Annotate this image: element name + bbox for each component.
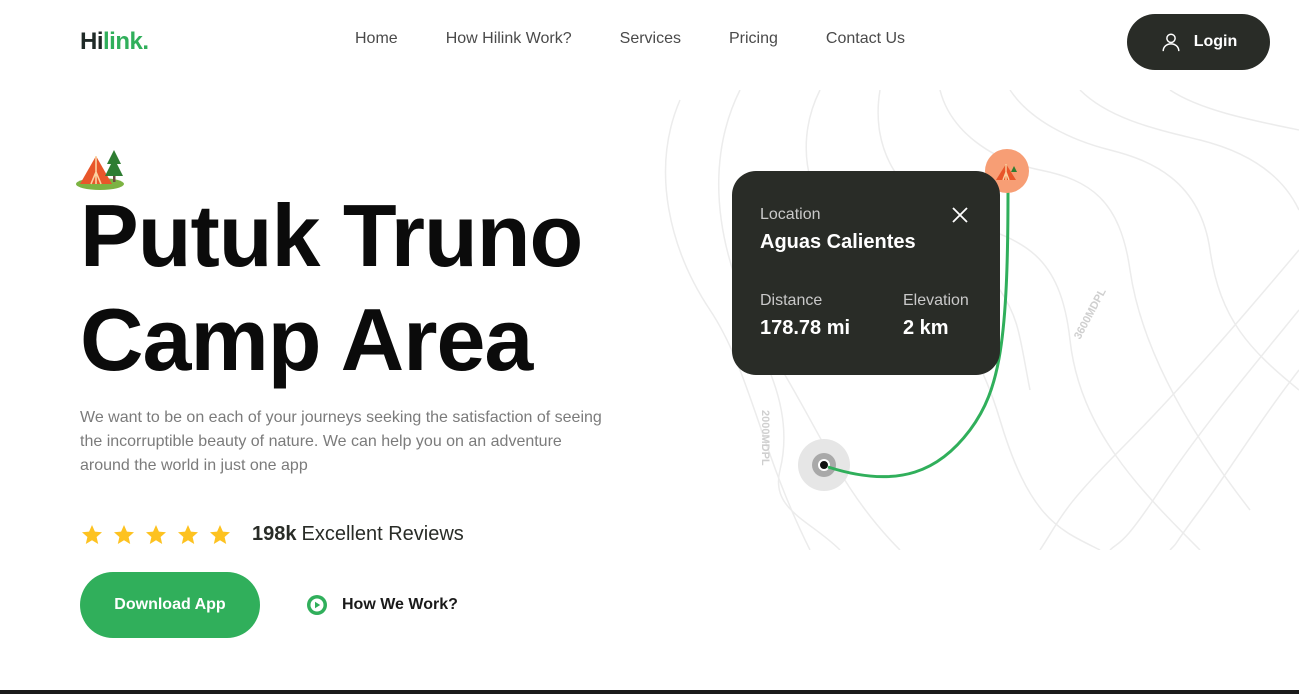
elevation-label: Elevation bbox=[903, 292, 969, 309]
logo-link: link. bbox=[103, 28, 149, 55]
location-label: Location bbox=[760, 206, 821, 223]
play-icon bbox=[307, 595, 327, 615]
logo-hi: Hi bbox=[80, 28, 104, 55]
download-app-button[interactable]: Download App bbox=[80, 572, 260, 638]
page-title: Putuk Truno Camp Area bbox=[80, 184, 583, 392]
star-icon bbox=[82, 525, 102, 544]
logo[interactable]: Hilink. bbox=[80, 28, 149, 56]
reviews-label: Excellent Reviews bbox=[301, 523, 464, 545]
location-pin-icon bbox=[996, 164, 1017, 181]
elevation-value: 2 km bbox=[903, 317, 949, 339]
contour-label-3600: 3600MDPL bbox=[1072, 286, 1109, 341]
close-icon[interactable] bbox=[950, 205, 970, 225]
star-icon bbox=[210, 525, 230, 544]
location-card: Location Aguas Calientes Distance 178.78… bbox=[732, 171, 1000, 375]
title-line-1: Putuk Truno bbox=[80, 186, 583, 285]
login-button[interactable]: Login bbox=[1127, 14, 1270, 70]
how-we-work-button[interactable]: How We Work? bbox=[306, 594, 458, 616]
login-label: Login bbox=[1193, 33, 1238, 50]
nav-home[interactable]: Home bbox=[355, 30, 398, 48]
contour-label-2000: 2000MDPL bbox=[759, 410, 771, 466]
star-icon bbox=[178, 525, 198, 544]
reviews-count: 198k bbox=[252, 523, 297, 545]
distance-value: 178.78 mi bbox=[760, 317, 851, 339]
bottom-divider bbox=[0, 690, 1299, 694]
nav-services[interactable]: Services bbox=[620, 30, 681, 48]
title-line-2: Camp Area bbox=[80, 290, 533, 389]
user-icon bbox=[1162, 33, 1180, 52]
nav-contact-us[interactable]: Contact Us bbox=[826, 30, 905, 48]
nav-how-hilink-work[interactable]: How Hilink Work? bbox=[446, 30, 572, 48]
distance-label: Distance bbox=[760, 292, 823, 309]
main-nav: Home How Hilink Work? Services Pricing C… bbox=[355, 30, 905, 48]
hero-description: We want to be on each of your journeys s… bbox=[80, 409, 602, 474]
start-point bbox=[818, 459, 830, 471]
rating-stars bbox=[80, 523, 232, 547]
how-we-work-label: How We Work? bbox=[342, 596, 458, 613]
star-icon bbox=[114, 525, 134, 544]
reviews-summary: 198k Excellent Reviews bbox=[252, 523, 464, 546]
star-icon bbox=[146, 525, 166, 544]
download-app-label: Download App bbox=[114, 596, 226, 613]
location-value: Aguas Calientes bbox=[760, 231, 916, 253]
nav-pricing[interactable]: Pricing bbox=[729, 30, 778, 48]
